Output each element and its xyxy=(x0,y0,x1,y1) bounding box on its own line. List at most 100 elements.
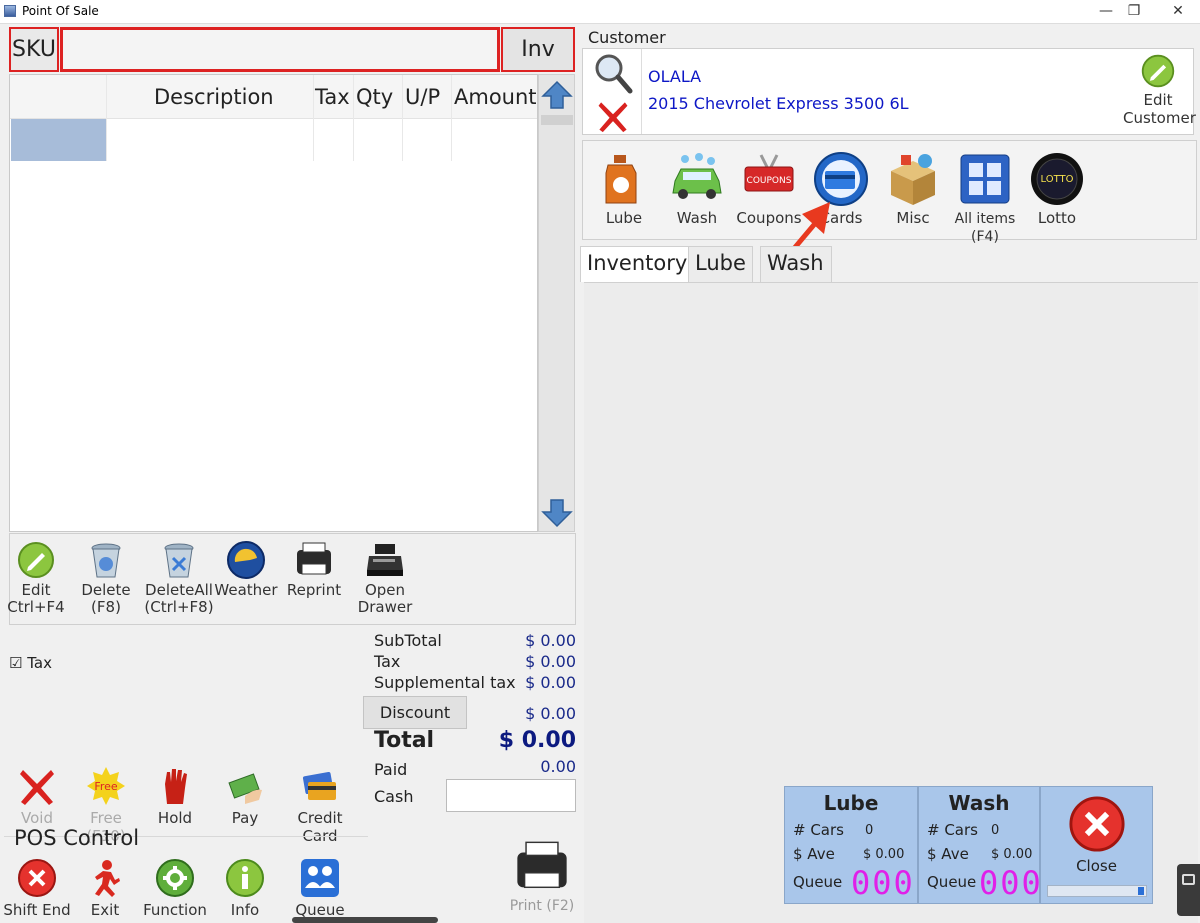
reprint-button[interactable]: Reprint xyxy=(282,540,346,599)
pay-button[interactable]: Pay xyxy=(208,766,282,827)
category-all-items[interactable]: All items (F4) xyxy=(949,151,1021,245)
close-window-button[interactable]: ✕ xyxy=(1158,0,1198,24)
supplemental-tax-label: Supplemental tax xyxy=(374,673,516,692)
pos-control-label: POS Control xyxy=(14,826,140,850)
shift-end-x-icon xyxy=(18,859,56,897)
tax-checkbox[interactable]: ☑ Tax xyxy=(9,654,52,672)
trash-icon xyxy=(91,543,121,578)
tool-label: Open Drawer xyxy=(357,581,413,616)
close-label: Close xyxy=(1076,857,1117,875)
wash-cars-label: # Cars xyxy=(927,821,978,839)
void-x-icon xyxy=(20,770,54,805)
lube-queue-label: Queue xyxy=(793,873,843,891)
cash-input[interactable] xyxy=(446,779,576,812)
app-icon xyxy=(4,5,16,17)
column-divider xyxy=(402,75,403,161)
delete-all-button[interactable]: DeleteAll (Ctrl+F8) xyxy=(144,540,214,616)
progress-marker xyxy=(1138,887,1144,895)
tool-label: Edit Ctrl+F4 xyxy=(7,581,65,616)
subtotal-value: $ 0.00 xyxy=(525,631,576,650)
total-label: Total xyxy=(374,728,435,753)
paid-label: Paid xyxy=(374,760,408,779)
tool-label: Weather xyxy=(214,581,278,599)
printer-icon xyxy=(297,542,331,575)
void-label: Void xyxy=(21,809,53,827)
wash-queue-label: Queue xyxy=(927,873,977,891)
info-button[interactable]: Info xyxy=(208,858,282,919)
tab-inventory[interactable]: Inventory xyxy=(580,246,695,282)
void-button[interactable]: Void xyxy=(0,766,74,827)
close-progress-track xyxy=(1047,885,1147,897)
restore-button[interactable]: ❐ xyxy=(1114,0,1154,24)
column-divider xyxy=(106,75,107,161)
hold-button[interactable]: Hold xyxy=(138,766,212,827)
clear-customer-icon[interactable] xyxy=(595,99,631,133)
open-drawer-button[interactable]: Open Drawer xyxy=(340,540,430,616)
lube-ave-label: $ Ave xyxy=(793,845,835,863)
line-tools-bar: Edit Ctrl+F4 Delete (F8) DeleteAll (Ctrl… xyxy=(7,533,576,625)
credit-card-button[interactable]: Credit Card xyxy=(278,766,362,845)
delete-line-button[interactable]: Delete (F8) xyxy=(74,540,138,616)
printer-icon xyxy=(517,841,567,889)
cash-register-icon xyxy=(367,544,403,576)
print-button[interactable]: Print (F2) xyxy=(508,838,576,914)
scroll-down-icon[interactable] xyxy=(541,497,573,529)
search-icon[interactable] xyxy=(593,52,633,94)
scroll-thumb[interactable] xyxy=(541,115,573,125)
lotto-badge-text: LOTTO xyxy=(1041,174,1074,185)
hand-stop-icon xyxy=(165,769,187,804)
column-description[interactable]: Description xyxy=(154,85,274,109)
column-tax[interactable]: Tax xyxy=(315,85,350,109)
grid-header: Description Tax Qty U/P Amount xyxy=(10,75,537,119)
customer-label: Customer xyxy=(588,28,666,47)
info-icon xyxy=(226,859,264,897)
category-lotto[interactable]: LOTTO Lotto xyxy=(1021,151,1093,227)
people-queue-icon xyxy=(301,859,339,897)
discount-button[interactable]: Discount xyxy=(363,696,467,729)
inv-button[interactable]: Inv xyxy=(501,27,575,72)
tool-label: DeleteAll (Ctrl+F8) xyxy=(144,581,214,616)
edit-customer-button[interactable]: Edit Customer xyxy=(1123,53,1196,127)
edit-line-button[interactable]: Edit Ctrl+F4 xyxy=(4,540,68,616)
selected-row-header[interactable] xyxy=(11,119,106,161)
monitor-icon xyxy=(1182,874,1195,885)
pay-label: Pay xyxy=(231,809,259,827)
trash-all-icon xyxy=(164,543,194,578)
tab-lube[interactable]: Lube xyxy=(688,246,753,282)
column-unit-price[interactable]: U/P xyxy=(405,85,440,109)
scroll-up-icon[interactable] xyxy=(541,79,573,111)
bottom-scroll-indicator xyxy=(292,917,438,923)
customer-vehicle: 2015 Chevrolet Express 3500 6L xyxy=(648,94,909,113)
shift-end-label: Shift End xyxy=(3,901,71,919)
subtotal-label: SubTotal xyxy=(374,631,442,650)
wash-board-title: Wash xyxy=(948,791,1010,815)
exit-button[interactable]: Exit xyxy=(68,858,142,919)
category-label: Lube xyxy=(605,209,643,227)
wash-ave-label: $ Ave xyxy=(927,845,969,863)
tax-checkbox-label: Tax xyxy=(27,654,52,672)
close-button[interactable]: Close xyxy=(1040,786,1153,904)
tab-wash[interactable]: Wash xyxy=(760,246,832,282)
category-label: Misc xyxy=(896,209,930,227)
function-button[interactable]: Function xyxy=(138,858,212,919)
queue-button[interactable]: Queue xyxy=(283,858,357,919)
column-qty[interactable]: Qty xyxy=(356,85,393,109)
edit-icon xyxy=(18,542,54,578)
customer-name: OLALA xyxy=(648,67,702,86)
weather-button[interactable]: Weather xyxy=(214,540,278,599)
column-divider xyxy=(353,75,354,161)
lotto-icon: LOTTO xyxy=(1031,153,1083,205)
customer-divider xyxy=(641,49,642,134)
column-divider xyxy=(451,75,452,161)
side-handle[interactable] xyxy=(1177,864,1200,916)
column-amount[interactable]: Amount xyxy=(454,85,537,109)
category-misc[interactable]: Misc xyxy=(877,151,949,227)
sku-input[interactable] xyxy=(60,27,500,72)
column-divider xyxy=(313,75,314,161)
sale-items-grid[interactable]: Description Tax Qty U/P Amount xyxy=(9,74,538,532)
category-label: All items (F4) xyxy=(954,211,1016,245)
shift-end-button[interactable]: Shift End xyxy=(0,858,74,919)
cash-label: Cash xyxy=(374,787,414,806)
all-items-icon xyxy=(960,154,1010,204)
lube-cars-label: # Cars xyxy=(793,821,844,839)
